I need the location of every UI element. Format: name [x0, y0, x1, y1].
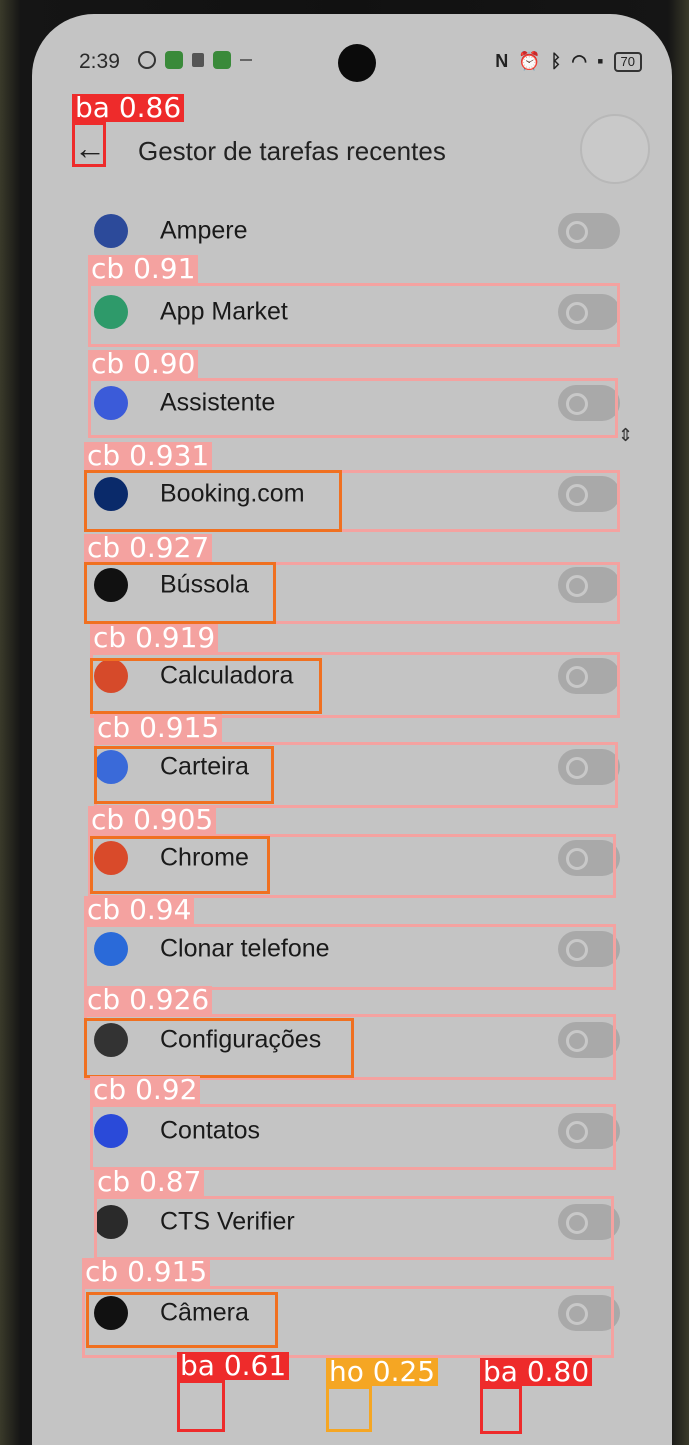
detection-label: cb 0.91 — [88, 255, 199, 283]
app-name: Contatos — [160, 1116, 261, 1144]
wallet-icon — [94, 749, 128, 784]
toggle-switch[interactable] — [558, 1112, 620, 1149]
detection-label: cb 0.90 — [88, 350, 199, 378]
app-name: Assistente — [160, 388, 276, 416]
floating-circle[interactable] — [580, 114, 650, 184]
page-header: ← Gestor de tarefas recentes — [32, 114, 672, 184]
clone-phone-icon — [94, 931, 128, 966]
camera-icon — [94, 1295, 128, 1330]
grid-app-icon — [165, 51, 183, 69]
detection-label: cb 0.926 — [84, 986, 213, 1014]
page-title: Gestor de tarefas recentes — [138, 136, 446, 166]
battery-icon: 70 — [613, 51, 642, 72]
toggle-switch[interactable] — [558, 1021, 620, 1058]
bluetooth-icon: ᛒ — [550, 51, 562, 71]
toggle-switch[interactable] — [558, 839, 620, 876]
detection-label: cb 0.87 — [94, 1168, 205, 1196]
toggle-switch[interactable] — [558, 1294, 620, 1331]
toggle-switch[interactable] — [558, 566, 620, 603]
alarm-icon: ⏰ — [518, 51, 541, 71]
toggle-switch[interactable] — [558, 748, 620, 785]
detection-label: ba 0.61 — [177, 1352, 290, 1380]
detection-label: cb 0.94 — [84, 896, 195, 924]
app-name: Câmera — [160, 1298, 249, 1326]
toggle-switch[interactable] — [558, 657, 620, 694]
toggle-switch[interactable] — [558, 384, 620, 421]
detection-label: cb 0.915 — [94, 714, 223, 742]
app-name: Clonar telefone — [160, 934, 330, 962]
contacts-icon — [94, 1113, 128, 1148]
nfc-icon: N — [495, 51, 509, 71]
app-name: Bússola — [160, 570, 249, 598]
app-market-icon — [94, 294, 128, 329]
system-icons: N ⏰ ᛒ ◠ ▪ 70 — [495, 51, 642, 72]
detection-label: cb 0.931 — [84, 442, 213, 470]
sim-icon: ▪ — [597, 51, 604, 71]
calculator-icon — [94, 658, 128, 693]
app-name: Ampere — [160, 216, 248, 245]
notification-icons — [138, 51, 252, 69]
ampere-icon — [94, 214, 128, 248]
settings-icon — [94, 1022, 128, 1057]
front-camera — [338, 44, 376, 82]
app-name: Booking.com — [160, 479, 305, 507]
package-icon — [213, 51, 231, 69]
cts-verifier-icon — [94, 1204, 128, 1239]
app-name: App Market — [160, 297, 288, 325]
steering-icon — [138, 51, 156, 69]
toggle-switch[interactable] — [558, 293, 620, 330]
detection-label: cb 0.905 — [88, 806, 217, 834]
app-name: Chrome — [160, 843, 249, 871]
app-name: Carteira — [160, 752, 249, 780]
scroll-indicator-icon[interactable]: ⇕ — [618, 425, 633, 446]
toggle-switch[interactable] — [558, 930, 620, 967]
app-name: Configurações — [160, 1025, 322, 1053]
dash-icon — [240, 59, 252, 61]
wifi-icon: ◠ — [571, 51, 588, 71]
detection-label: cb 0.915 — [82, 1258, 211, 1286]
app-name: Calculadora — [160, 661, 294, 689]
assistant-icon — [94, 385, 128, 420]
back-arrow-icon[interactable]: ← — [72, 132, 108, 168]
detection-label: ba 0.86 — [72, 94, 185, 122]
app-name: CTS Verifier — [160, 1207, 295, 1235]
detection-label: cb 0.927 — [84, 534, 213, 562]
compass-icon — [94, 567, 128, 602]
booking-icon — [94, 476, 128, 511]
detection-label: cb 0.92 — [90, 1076, 201, 1104]
detection-label: ho 0.25 — [326, 1358, 439, 1386]
detection-label: cb 0.919 — [90, 624, 219, 652]
toggle-switch[interactable] — [558, 213, 620, 249]
chrome-icon — [94, 840, 128, 875]
toggle-switch[interactable] — [558, 475, 620, 512]
detection-label: ba 0.80 — [480, 1358, 593, 1386]
status-time: 2:39 — [79, 50, 120, 73]
cup-icon — [192, 53, 204, 67]
toggle-switch[interactable] — [558, 1203, 620, 1240]
